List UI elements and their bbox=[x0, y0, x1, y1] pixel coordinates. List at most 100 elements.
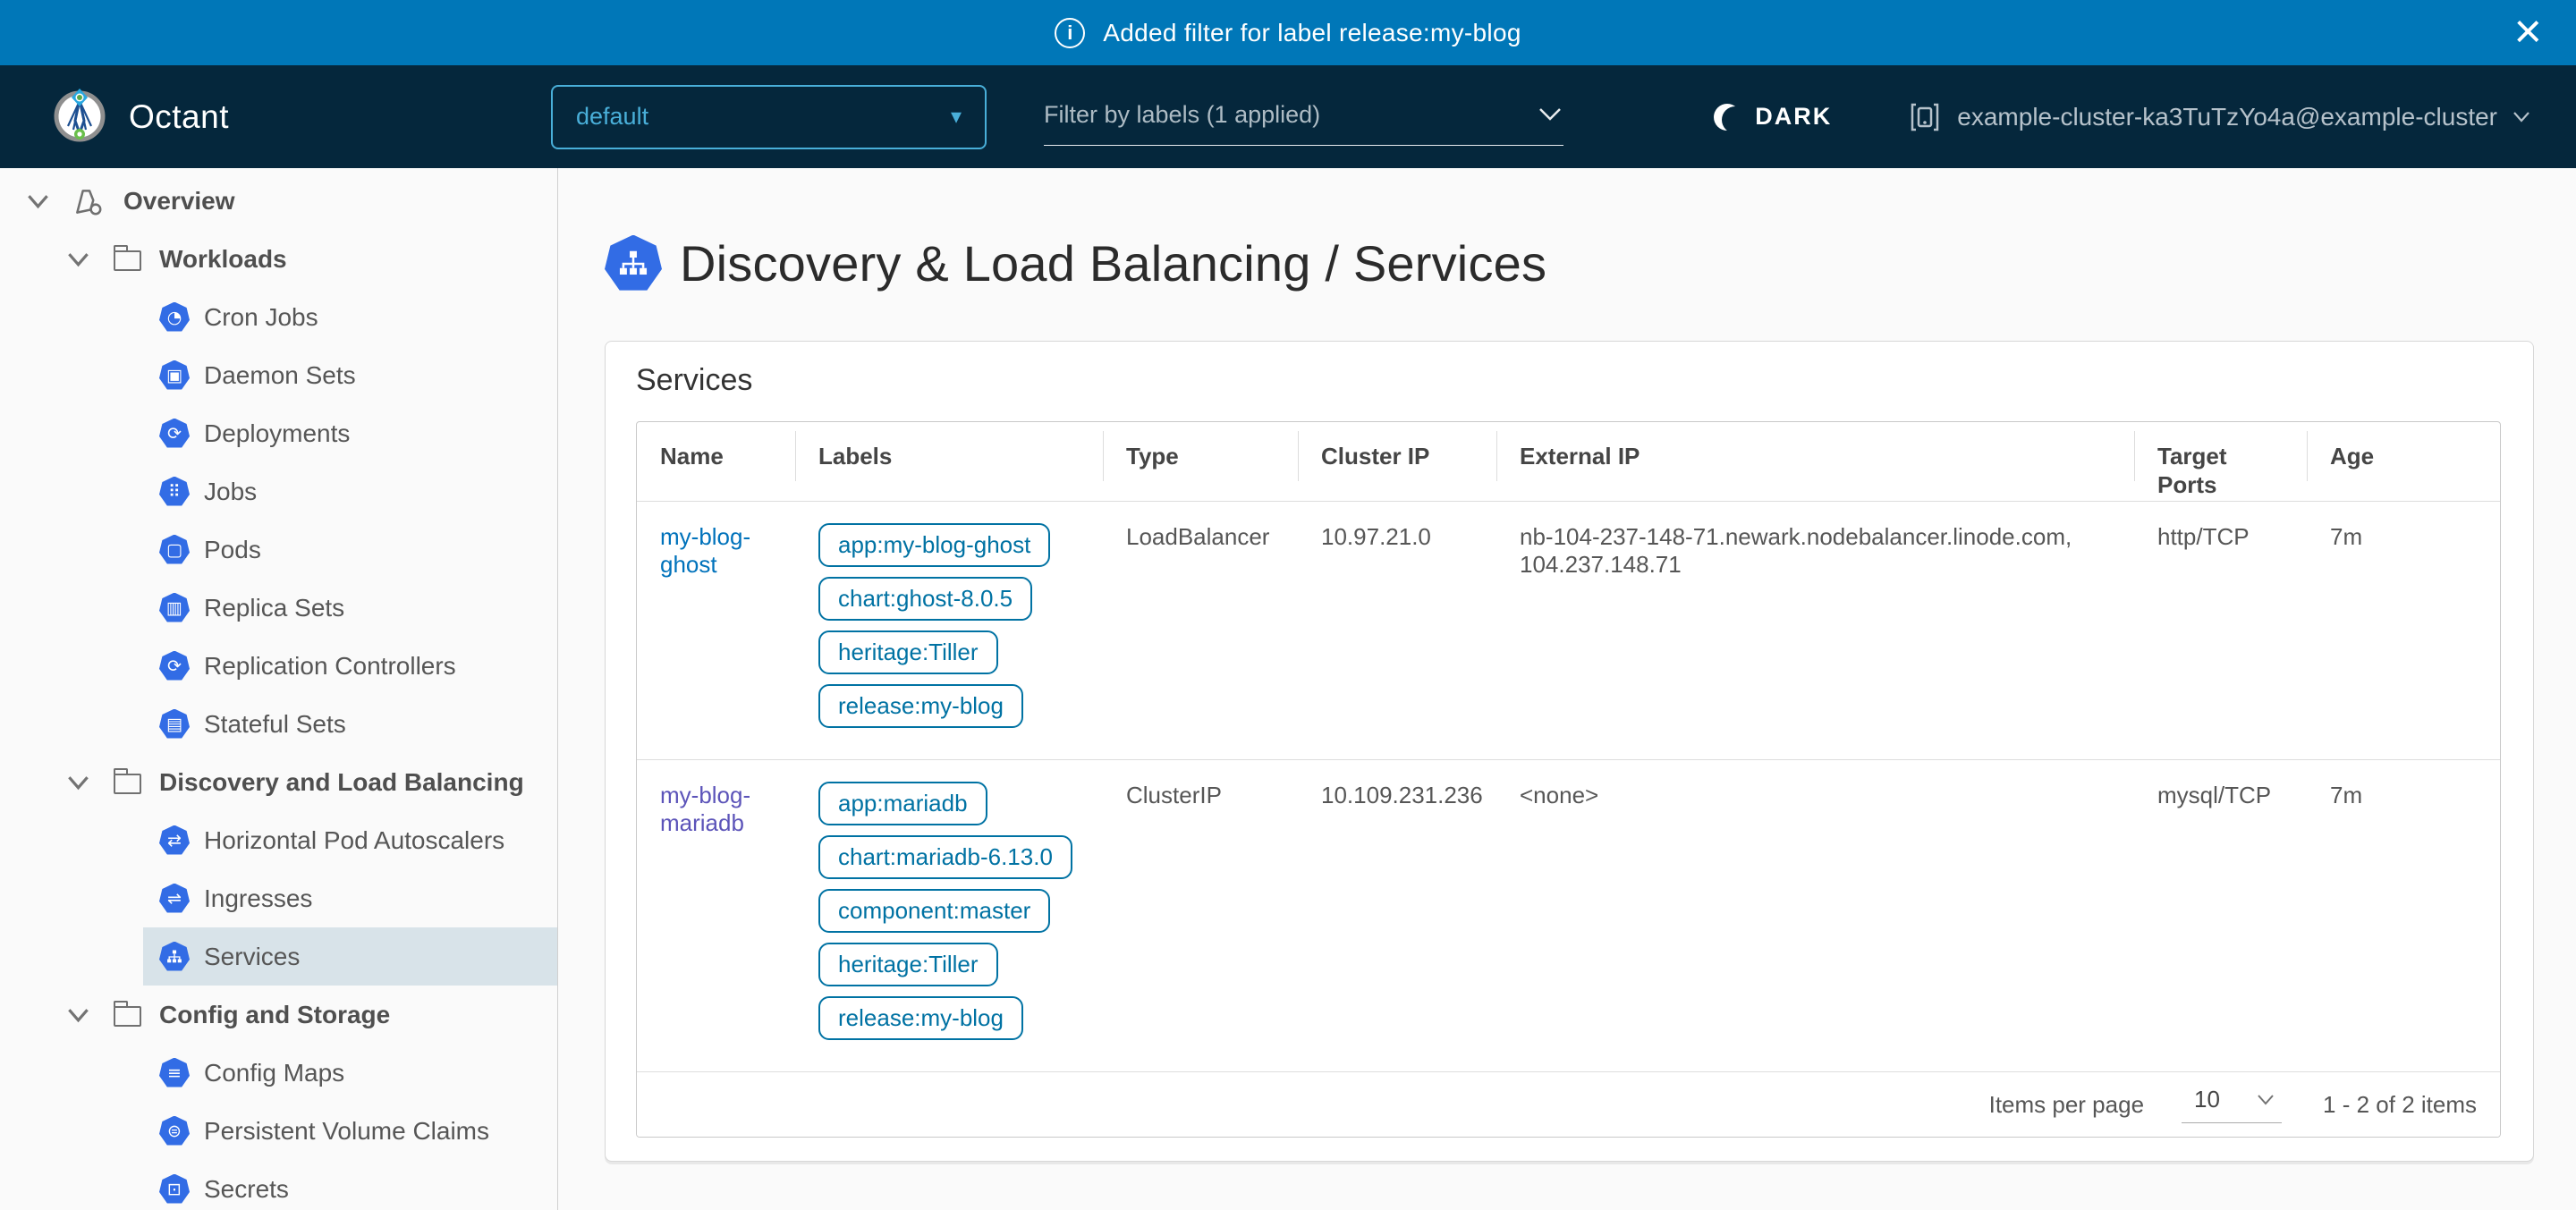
sidebar-item-label: Replica Sets bbox=[204, 594, 344, 622]
labels-cell: app:my-blog-ghost chart:ghost-8.0.5 herita… bbox=[795, 502, 1103, 759]
type-cell: LoadBalancer bbox=[1103, 502, 1298, 759]
ingresses-icon: ⇌ bbox=[159, 884, 190, 914]
sidebar-nav: Overview Workloads ◔Cron Jobs ▣ Daemon Sets ⟳… bbox=[0, 168, 558, 1210]
sidebar-item-stateful-sets[interactable]: ▤ Stateful Sets bbox=[0, 695, 557, 753]
sidebar-item-label: Overview bbox=[123, 187, 235, 216]
caret-down-icon[interactable] bbox=[63, 1003, 94, 1027]
sidebar-item-label: Config Maps bbox=[204, 1059, 344, 1087]
label-pill[interactable]: chart:ghost-8.0.5 bbox=[818, 577, 1032, 621]
label-pill[interactable]: release:my-blog bbox=[818, 996, 1023, 1040]
brand: Octant bbox=[0, 87, 551, 147]
sidebar-item-deployments[interactable]: ⟳ Deployments bbox=[0, 404, 557, 462]
column-header-name: Name bbox=[637, 422, 795, 501]
replica-sets-icon: ▥ bbox=[159, 593, 190, 623]
label-pill[interactable]: heritage:Tiller bbox=[818, 630, 998, 674]
table-row: my-blog-mariadb app:mariadb chart:mariadb-… bbox=[637, 760, 2500, 1072]
secrets-icon: ⊡ bbox=[159, 1174, 190, 1205]
deployments-icon: ⟳ bbox=[159, 419, 190, 449]
label-pill[interactable]: chart:mariadb-6.13.0 bbox=[818, 835, 1072, 879]
folder-icon bbox=[114, 247, 141, 271]
table-row: my-blog-ghost app:my-blog-ghost chart:ghos… bbox=[637, 502, 2500, 760]
sidebar-item-config-maps[interactable]: ≡ Config Maps bbox=[0, 1044, 557, 1102]
sidebar-item-label: Secrets bbox=[204, 1175, 289, 1204]
horizontal-pod-autoscalers-icon: ⇄ bbox=[159, 825, 190, 856]
octant-logo bbox=[52, 87, 107, 147]
sidebar-item-label: Ingresses bbox=[204, 884, 312, 913]
folder-icon bbox=[114, 1003, 141, 1027]
label-pill[interactable]: app:my-blog-ghost bbox=[818, 523, 1050, 567]
sidebar-item-label: Daemon Sets bbox=[204, 361, 356, 390]
sidebar-item-ingresses[interactable]: ⇌ Ingresses bbox=[0, 869, 557, 927]
namespace-value: default bbox=[576, 103, 648, 131]
sidebar-item-discovery-and-load-balancing[interactable]: Discovery and Load Balancing bbox=[0, 753, 557, 811]
sidebar-item-replica-sets[interactable]: ▥ Replica Sets bbox=[0, 579, 557, 637]
sidebar-item-label: Config and Storage bbox=[159, 1001, 390, 1029]
sidebar-item-overview[interactable]: Overview bbox=[0, 172, 557, 230]
caret-down-icon[interactable] bbox=[22, 190, 54, 213]
sidebar-item-label: Horizontal Pod Autoscalers bbox=[204, 826, 504, 855]
sidebar-item-label: Jobs bbox=[204, 478, 257, 506]
stateful-sets-icon: ▤ bbox=[159, 709, 190, 740]
daemon-sets-icon: ▣ bbox=[159, 360, 190, 391]
table-header: NameLabelsTypeCluster IPExternal IPTarge… bbox=[637, 422, 2500, 502]
dropdown-arrow-icon: ▾ bbox=[951, 104, 962, 130]
app-header: Octant default ▾ Filter by labels (1 app… bbox=[0, 65, 2576, 168]
sidebar-item-jobs[interactable]: ⠿Jobs bbox=[0, 462, 557, 520]
sidebar-item-label: Replication Controllers bbox=[204, 652, 456, 681]
age-cell: 7m bbox=[2307, 760, 2500, 1071]
namespace-selector[interactable]: default ▾ bbox=[551, 85, 987, 149]
sidebar-item-label: Stateful Sets bbox=[204, 710, 346, 739]
cluster-ip-cell: 10.97.21.0 bbox=[1298, 502, 1496, 759]
info-circle-icon: i bbox=[1055, 18, 1085, 48]
sidebar-item-label: Workloads bbox=[159, 245, 287, 274]
age-cell: 7m bbox=[2307, 502, 2500, 759]
target-ports-cell: mysql/TCP bbox=[2134, 760, 2307, 1071]
column-header-type: Type bbox=[1103, 422, 1298, 501]
close-icon[interactable]: × bbox=[2513, 7, 2542, 55]
sidebar-item-label: Persistent Volume Claims bbox=[204, 1117, 489, 1146]
sidebar-item-replication-controllers[interactable]: ⟳ Replication Controllers bbox=[0, 637, 557, 695]
column-header-target-ports: Target Ports bbox=[2134, 422, 2307, 501]
cluster-context-dropdown[interactable]: example-cluster-ka3TuTzYo4a@example-clus… bbox=[1907, 99, 2531, 135]
folder-icon bbox=[114, 770, 141, 794]
sidebar-item-cron-jobs[interactable]: ◔Cron Jobs bbox=[0, 288, 557, 346]
replication-controllers-icon: ⟳ bbox=[159, 651, 190, 681]
card-title: Services bbox=[636, 363, 2501, 398]
label-pill[interactable]: app:mariadb bbox=[818, 782, 987, 825]
items-per-page-select[interactable]: 10 bbox=[2182, 1086, 2282, 1123]
caret-down-icon[interactable] bbox=[63, 248, 94, 271]
sidebar-item-label: Services bbox=[204, 943, 300, 971]
persistent-volume-claims-icon: ⊜ bbox=[159, 1116, 190, 1147]
services-page-icon bbox=[605, 235, 662, 292]
service-name-link[interactable]: my-blog-ghost bbox=[660, 523, 750, 578]
caret-down-icon[interactable] bbox=[63, 771, 94, 794]
column-header-cluster-ip: Cluster IP bbox=[1298, 422, 1496, 501]
sidebar-item-pods[interactable]: ▢Pods bbox=[0, 520, 557, 579]
type-cell: ClusterIP bbox=[1103, 760, 1298, 1071]
services-card: Services NameLabelsTypeCluster IPExterna… bbox=[605, 341, 2534, 1162]
service-name-link[interactable]: my-blog-mariadb bbox=[660, 782, 750, 836]
label-pill[interactable]: release:my-blog bbox=[818, 684, 1023, 728]
cluster-icon bbox=[1907, 99, 1943, 135]
sidebar-item-horizontal-pod-autoscalers[interactable]: ⇄ Horizontal Pod Autoscalers bbox=[0, 811, 557, 869]
name-cell: my-blog-ghost bbox=[637, 502, 795, 759]
label-pill[interactable]: heritage:Tiller bbox=[818, 943, 998, 986]
cluster-context-value: example-cluster-ka3TuTzYo4a@example-clus… bbox=[1957, 103, 2497, 131]
items-per-page-label: Items per page bbox=[1989, 1091, 2144, 1119]
sidebar-item-workloads[interactable]: Workloads bbox=[0, 230, 557, 288]
external-ip-cell: nb-104-237-148-71.newark.nodebalancer.li… bbox=[1496, 502, 2134, 759]
config-maps-icon: ≡ bbox=[159, 1058, 190, 1088]
sidebar-item-daemon-sets[interactable]: ▣ Daemon Sets bbox=[0, 346, 557, 404]
column-header-labels: Labels bbox=[795, 422, 1103, 501]
label-filter[interactable]: Filter by labels (1 applied) bbox=[1044, 89, 1563, 146]
sidebar-item-services[interactable]: Services bbox=[0, 927, 557, 986]
sidebar-item-label: Pods bbox=[204, 536, 261, 564]
pagination-range: 1 - 2 of 2 items bbox=[2323, 1091, 2477, 1119]
sidebar-item-secrets[interactable]: ⊡ Secrets bbox=[0, 1160, 557, 1210]
sidebar-item-config-and-storage[interactable]: Config and Storage bbox=[0, 986, 557, 1044]
app-name: Octant bbox=[129, 98, 229, 136]
sidebar-item-label: Deployments bbox=[204, 419, 350, 448]
label-pill[interactable]: component:master bbox=[818, 889, 1050, 933]
sidebar-item-persistent-volume-claims[interactable]: ⊜ Persistent Volume Claims bbox=[0, 1102, 557, 1160]
theme-toggle-button[interactable]: DARK bbox=[1714, 103, 1832, 131]
